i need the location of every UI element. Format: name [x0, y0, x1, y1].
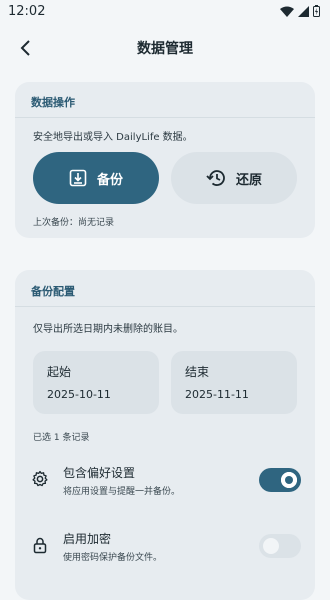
- start-date-value: 2025-10-11: [47, 388, 111, 401]
- gear-icon: [32, 470, 48, 487]
- card-title-operations: 数据操作: [31, 96, 75, 109]
- divider: [15, 117, 315, 118]
- preferences-subtitle: 将应用设置与提醒一并备份。: [63, 487, 181, 497]
- encryption-toggle[interactable]: [259, 534, 301, 558]
- end-date-value: 2025-11-11: [185, 388, 249, 401]
- encryption-subtitle: 使用密码保护备份文件。: [63, 553, 163, 563]
- status-icons: [280, 5, 320, 17]
- end-date-picker[interactable]: 结束 2025-11-11: [171, 351, 297, 414]
- encryption-title: 启用加密: [63, 532, 112, 546]
- data-operations-card: 数据操作 安全地导出或导入 DailyLife 数据。 备份 还原 上次备份：尚…: [15, 82, 315, 238]
- status-time: 12:02: [8, 4, 46, 19]
- end-date-label: 结束: [185, 365, 210, 379]
- history-icon: [206, 170, 225, 186]
- battery-icon: [313, 5, 320, 17]
- backup-button[interactable]: 备份: [33, 152, 159, 204]
- backup-button-label: 备份: [96, 172, 123, 188]
- signal-icon: [298, 5, 309, 17]
- config-description: 仅导出所选日期内未删除的账目。: [33, 324, 183, 335]
- wifi-icon: [280, 6, 294, 17]
- app-bar: 数据管理: [0, 28, 330, 68]
- lock-icon: [33, 537, 47, 554]
- toggle-knob: [281, 472, 297, 488]
- operations-description: 安全地导出或导入 DailyLife 数据。: [33, 132, 193, 143]
- preferences-toggle[interactable]: [259, 468, 301, 492]
- start-date-picker[interactable]: 起始 2025-10-11: [33, 351, 159, 414]
- backup-config-card: 备份配置 仅导出所选日期内未删除的账目。 起始 2025-10-11 结束 20…: [15, 270, 315, 600]
- status-bar: 12:02: [0, 0, 330, 24]
- include-preferences-setting[interactable]: 包含偏好设置 将应用设置与提醒一并备份。: [15, 456, 315, 506]
- restore-button-label: 还原: [235, 172, 262, 188]
- toggle-knob: [263, 538, 279, 554]
- restore-button[interactable]: 还原: [171, 152, 297, 204]
- start-date-label: 起始: [47, 365, 72, 379]
- card-title-config: 备份配置: [31, 285, 75, 298]
- last-backup-text: 上次备份：尚无记录: [33, 218, 115, 228]
- preferences-title: 包含偏好设置: [63, 466, 136, 480]
- download-box-icon: [69, 169, 87, 187]
- selected-count: 已选 1 条记录: [33, 433, 90, 443]
- divider: [15, 306, 315, 307]
- enable-encryption-setting[interactable]: 启用加密 使用密码保护备份文件。: [15, 522, 315, 572]
- page-title: 数据管理: [137, 41, 193, 57]
